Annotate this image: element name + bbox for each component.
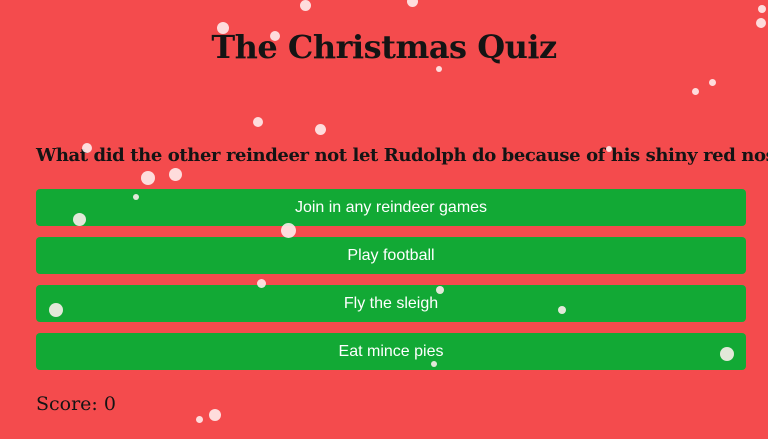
snowflake (436, 66, 442, 72)
snowflake (209, 409, 221, 421)
answer-button-4[interactable]: Eat mince pies (36, 333, 746, 370)
snowflake (196, 416, 203, 423)
snowflake (300, 0, 311, 11)
snowflake (141, 171, 155, 185)
snowflake (407, 0, 418, 7)
answer-button-2[interactable]: Play football (36, 237, 746, 274)
answer-button-3[interactable]: Fly the sleigh (36, 285, 746, 322)
snowflake (253, 117, 263, 127)
snowflake (169, 168, 182, 181)
page-title: The Christmas Quiz (211, 28, 557, 66)
snowflake (315, 124, 326, 135)
snowflake (758, 5, 766, 13)
snowflake (709, 79, 716, 86)
snowflake (756, 18, 766, 28)
score-display: Score: 0 (36, 393, 116, 415)
answer-list: Join in any reindeer games Play football… (36, 189, 746, 381)
question-text: What did the other reindeer not let Rudo… (36, 145, 768, 166)
answer-button-1[interactable]: Join in any reindeer games (36, 189, 746, 226)
snowflake (692, 88, 699, 95)
